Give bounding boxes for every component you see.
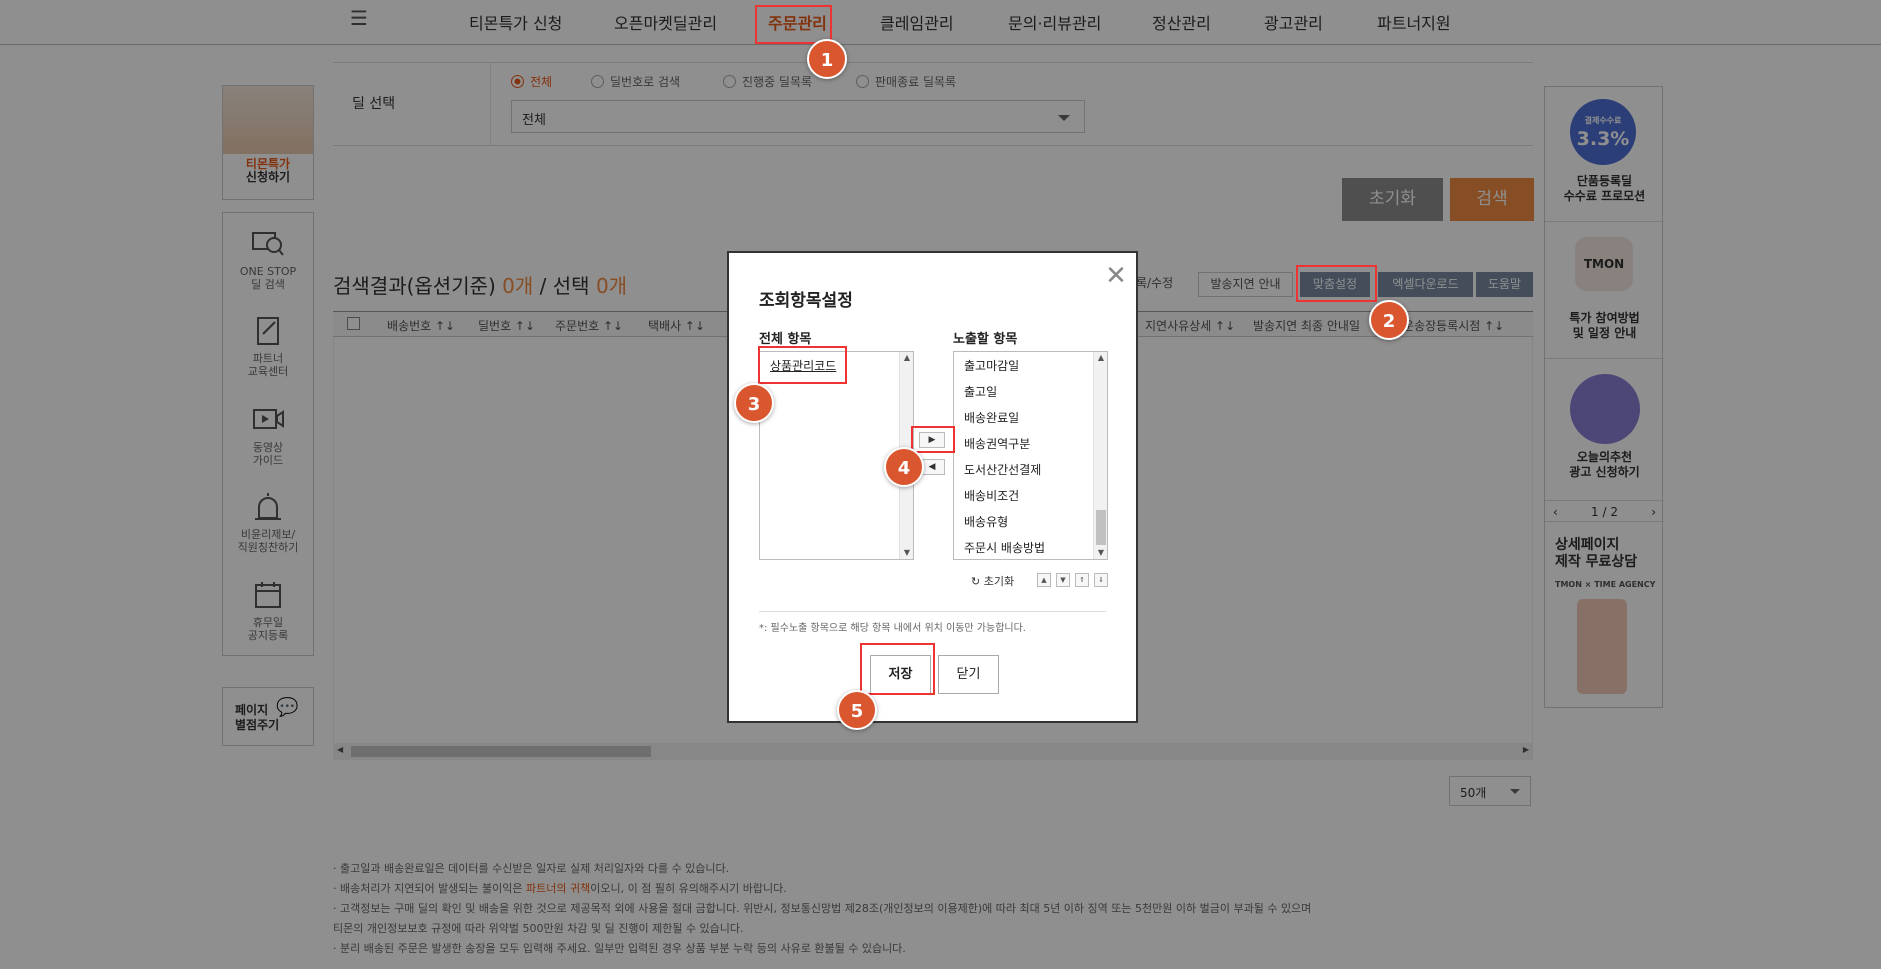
- scroll-down-icon[interactable]: ▼: [900, 547, 913, 559]
- list-item[interactable]: 출고일: [964, 383, 997, 400]
- highlight-save: [860, 643, 935, 695]
- list-item[interactable]: 배송완료일: [964, 409, 1019, 426]
- step-badge-1: 1: [807, 39, 847, 79]
- list-item[interactable]: 도서산간선결제: [964, 461, 1041, 478]
- close-icon[interactable]: ✕: [1105, 263, 1127, 289]
- list-item[interactable]: 배송권역구분: [964, 435, 1030, 452]
- list-item[interactable]: 출고마감일: [964, 357, 1019, 374]
- move-bottom-button[interactable]: ⇓: [1094, 573, 1108, 587]
- step-badge-4: 4: [884, 447, 924, 487]
- list-item[interactable]: 배송유형: [964, 513, 1008, 530]
- scrollbar-thumb[interactable]: [1096, 510, 1106, 545]
- step-badge-5: 5: [837, 690, 877, 730]
- all-items-label: 전체 항목: [759, 332, 812, 347]
- move-down-button[interactable]: ▼: [1056, 573, 1070, 587]
- list-item[interactable]: 배송비조건: [964, 487, 1019, 504]
- highlight-move-right: [911, 426, 955, 453]
- list-item[interactable]: 주문시 배송방법: [964, 539, 1045, 556]
- list-reset-button[interactable]: ↻ 초기화: [971, 573, 1014, 589]
- shown-items-list[interactable]: 출고마감일 출고일 배송완료일 배송권역구분 도서산간선결제 배송비조건 배송유…: [953, 351, 1108, 560]
- step-badge-3: 3: [734, 383, 774, 423]
- page: ☰ 티몬특가 신청 오픈마켓딜관리 주문관리 클레임관리 문의·리뷰관리 정산관…: [0, 0, 1881, 969]
- modal-title: 조회항목설정: [759, 291, 853, 311]
- step-badge-2: 2: [1369, 300, 1409, 340]
- vertical-scrollbar[interactable]: ▲ ▼: [1093, 352, 1107, 559]
- scroll-down-icon[interactable]: ▼: [1094, 547, 1107, 559]
- scroll-up-icon[interactable]: ▲: [1094, 352, 1107, 364]
- shown-items-label: 노출할 항목: [953, 332, 1018, 347]
- modal-divider: [759, 611, 1106, 612]
- refresh-icon: ↻: [971, 575, 981, 588]
- close-button[interactable]: 닫기: [938, 655, 999, 694]
- highlight-order-menu: [755, 5, 832, 44]
- move-up-button[interactable]: ▲: [1037, 573, 1051, 587]
- highlight-custom-settings: [1296, 265, 1377, 302]
- highlight-product-code: [758, 346, 847, 384]
- scroll-up-icon[interactable]: ▲: [900, 352, 913, 364]
- modal-note: *: 필수노출 항목으로 해당 항목 내에서 위치 이동만 가능합니다.: [759, 623, 1026, 634]
- move-top-button[interactable]: ⇑: [1075, 573, 1089, 587]
